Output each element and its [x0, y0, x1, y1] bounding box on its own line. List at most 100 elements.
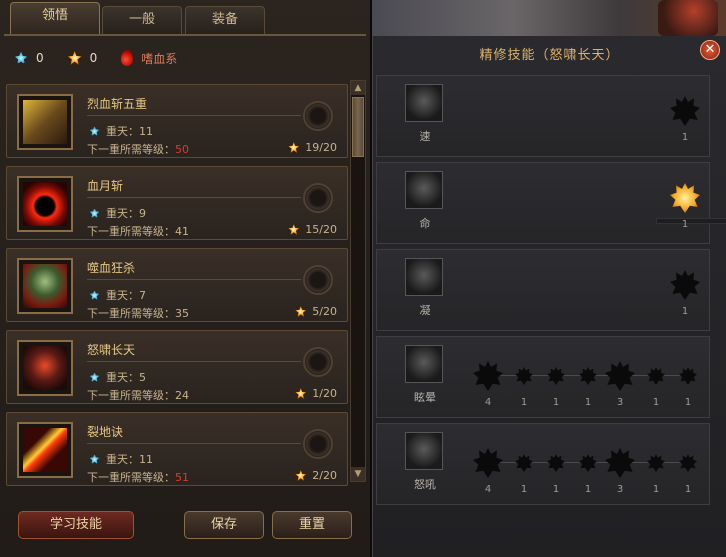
refine-star-icon	[647, 367, 665, 385]
orange-star-icon	[288, 224, 300, 235]
skill-row[interactable]: 血月斩 重天：9 下一重所需等级：41 15/20	[6, 166, 348, 240]
skill-progress: 15/20	[288, 223, 337, 236]
demon-portrait-icon	[405, 84, 443, 122]
skill-row[interactable]: 裂地诀 重天：11 下一重所需等级：51 2/20	[6, 412, 348, 486]
refine-nodes: 1	[473, 183, 726, 237]
skill-icon-frame[interactable]	[17, 176, 73, 232]
skill-row[interactable]: 怒啸长天 重天：5 下一重所需等级：24 1/20	[6, 330, 348, 404]
refine-node-count: 1	[652, 397, 660, 408]
skill-name: 血月斩	[87, 179, 124, 193]
skill-progress: 2/20	[295, 469, 337, 482]
skill-name: 裂地诀	[87, 425, 124, 439]
refine-node-count: 1	[584, 484, 592, 495]
scroll-down-icon[interactable]: ▼	[351, 467, 365, 481]
skill-level-text: 重天：11	[106, 453, 153, 466]
tab-equipment[interactable]: 装备	[185, 6, 265, 34]
learn-skill-button[interactable]: 学习技能	[18, 511, 134, 539]
skill-upgrade-slot[interactable]	[303, 265, 333, 295]
refine-node[interactable]: 3	[605, 361, 635, 408]
refine-node[interactable]: 1	[641, 454, 671, 495]
orange-star-icon	[288, 142, 300, 153]
refine-node[interactable]: 4	[473, 361, 503, 408]
blue-star-icon	[89, 371, 100, 383]
skill-list: 烈血斩五重 重天：11 下一重所需等级：50 19/20 血月斩 重天：9 下一重所需等级：…	[6, 78, 348, 486]
refine-star-icon	[605, 448, 635, 478]
refine-node[interactable]: 1	[541, 454, 571, 495]
skill-progress: 1/20	[295, 387, 337, 400]
refine-row: 命1	[376, 162, 726, 244]
close-icon[interactable]: ✕	[700, 40, 720, 60]
demon-portrait-icon	[405, 432, 443, 470]
refine-nodes: 4 1 1 1 3 1 1	[473, 361, 705, 411]
skill-divider	[87, 361, 301, 362]
skill-level-row: 重天：7	[89, 287, 146, 303]
refine-star-icon	[670, 183, 700, 213]
refine-nodes: 1	[473, 270, 705, 324]
refine-node[interactable]: 1	[641, 367, 671, 408]
skill-progress-value: 5/20	[312, 305, 337, 318]
refine-nodes: 1	[473, 96, 705, 150]
orange-star-icon	[295, 306, 307, 317]
scroll-thumb[interactable]	[352, 97, 364, 157]
refine-node[interactable]: 1	[670, 96, 700, 143]
points-bar: 0 0 嗜血系	[14, 48, 177, 68]
requirement-label: 下一重所需等级：	[87, 389, 175, 402]
ground-split-icon	[23, 428, 67, 472]
refine-node-count: 4	[484, 484, 492, 495]
refine-node[interactable]: 1	[541, 367, 571, 408]
skill-progress: 5/20	[295, 305, 337, 318]
refine-node[interactable]: 1	[670, 270, 700, 317]
skill-upgrade-slot[interactable]	[303, 101, 333, 131]
skill-icon-frame[interactable]	[17, 94, 73, 150]
refine-star-icon	[547, 367, 565, 385]
refine-star-icon	[473, 448, 503, 478]
refine-node[interactable]: 3	[605, 448, 635, 495]
skill-name: 怒啸长天	[87, 343, 136, 357]
refine-panel: 精修技能（怒啸长天） ✕ 速 1 命 1 凝 1 眩晕 4 1 1 1 3 1 1 怒吼 4 1 1 1 3 1 1	[372, 36, 726, 557]
skill-row[interactable]: 噬血狂杀 重天：7 下一重所需等级：35 5/20	[6, 248, 348, 322]
skill-upgrade-slot[interactable]	[303, 347, 333, 377]
scrollbar[interactable]: ▲ ▼	[350, 80, 366, 482]
refine-node-count: 1	[681, 132, 689, 143]
skill-icon-frame[interactable]	[17, 258, 73, 314]
demon-portrait-icon	[405, 171, 443, 209]
skill-divider	[87, 115, 301, 116]
blade-skill-icon	[23, 100, 67, 144]
refine-row-label: 命	[419, 217, 431, 230]
refine-node-count: 1	[684, 397, 692, 408]
skill-level-text: 重天：7	[106, 289, 146, 302]
tab-comprehend[interactable]: 领悟	[10, 2, 100, 36]
tab-general[interactable]: 一般	[102, 6, 182, 34]
skill-progress-value: 1/20	[312, 387, 337, 400]
skill-upgrade-slot[interactable]	[303, 429, 333, 459]
refine-node[interactable]: 1	[509, 367, 539, 408]
refine-star-icon	[679, 367, 697, 385]
refine-node[interactable]: 1	[673, 367, 703, 408]
skill-requirement: 下一重所需等级：50	[87, 141, 189, 157]
refine-node[interactable]: 1	[573, 454, 603, 495]
refine-node[interactable]: 4	[473, 448, 503, 495]
refine-node[interactable]: 1	[509, 454, 539, 495]
refine-node[interactable]: 1	[573, 367, 603, 408]
refine-node[interactable]: 1	[673, 454, 703, 495]
reset-button[interactable]: 重置	[272, 511, 352, 539]
requirement-level: 24	[175, 389, 189, 402]
blue-star-icon	[89, 207, 100, 219]
refine-node-count: 1	[684, 484, 692, 495]
skill-upgrade-slot[interactable]	[303, 183, 333, 213]
orange-star-icon	[295, 470, 307, 481]
skill-row[interactable]: 烈血斩五重 重天：11 下一重所需等级：50 19/20	[6, 84, 348, 158]
scroll-up-icon[interactable]: ▲	[351, 81, 365, 95]
blue-points-value: 0	[36, 51, 44, 65]
blood-moon-icon	[23, 182, 67, 226]
refine-star-icon	[670, 270, 700, 300]
save-button[interactable]: 保存	[184, 511, 264, 539]
skill-icon-frame[interactable]	[17, 340, 73, 396]
skill-icon-frame[interactable]	[17, 422, 73, 478]
refine-star-icon	[515, 454, 533, 472]
skill-name: 噬血狂杀	[87, 261, 136, 275]
requirement-level: 50	[175, 143, 189, 156]
refine-node-count: 4	[484, 397, 492, 408]
refine-node-count: 1	[552, 484, 560, 495]
refine-node[interactable]: 1	[670, 183, 700, 230]
